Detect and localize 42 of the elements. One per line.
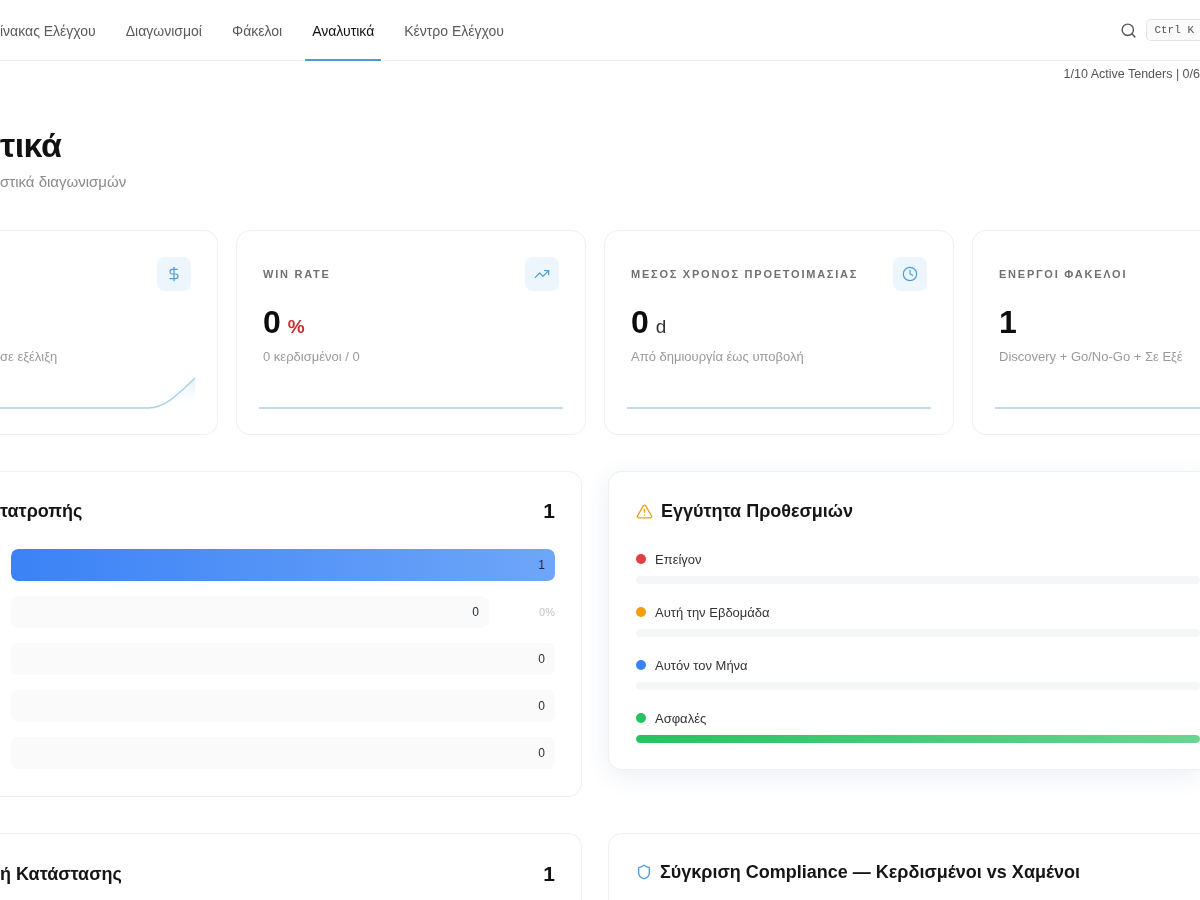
kpi-label: WIN RATE [263, 268, 331, 280]
stage-count: 0 [472, 605, 479, 619]
nav-tab[interactable]: Αναλυτικά [305, 0, 382, 61]
page-title: τικά [0, 125, 62, 165]
warning-icon [636, 502, 653, 520]
card-count: 1 [543, 499, 555, 523]
deadline-label: Επείγον [655, 551, 702, 567]
stage-count: 0 [538, 746, 545, 760]
kpi-value: 0 [631, 304, 649, 340]
kpi-unit: d [655, 316, 667, 338]
kpi-value: 0 [263, 304, 281, 340]
stage-count: 0 [538, 699, 545, 713]
card-title: Εγγύτητα Προθεσμιών [661, 500, 854, 522]
kpi-unit: % [287, 316, 305, 338]
deadline-label: Ασφαλές [655, 710, 707, 726]
kpi-caption: 0 κερδισμένοι / 0 [263, 348, 360, 366]
stage-count: 1 [538, 558, 545, 572]
search-icon[interactable] [1120, 21, 1138, 39]
deadline-label: Αυτή την Εβδομάδα [655, 604, 770, 620]
page-subtitle: στικά διαγωνισμών [0, 172, 127, 192]
shield-icon [636, 864, 652, 880]
nav-tab[interactable]: Διαγωνισμοί [118, 0, 209, 61]
stage-count: 0 [538, 652, 545, 666]
deadline-label: Αυτόν τον Μήνα [655, 657, 748, 673]
trending-up-icon [525, 257, 559, 291]
nav-tab[interactable]: Φάκελοι [224, 0, 290, 61]
clock-icon [893, 257, 927, 291]
kpi-value: 1 [999, 304, 1017, 340]
card-title: Σύγκριση Compliance — Κερδισμένοι vs Χαμένοι [660, 861, 1081, 883]
card-title: τατροπής [0, 500, 83, 522]
kpi-label: ΜΕΣΟΣ ΧΡΟΝΟΣ ΠΡΟΕΤΟΙΜΑΣΙΑΣ [631, 268, 859, 280]
nav-tab[interactable]: Κέντρο Ελέγχου [397, 0, 511, 61]
card-count: 1 [543, 862, 555, 886]
shortcut-hint: Ctrl K [1146, 19, 1200, 41]
card-title: ή Κατάστασης [0, 863, 122, 885]
dollar-icon [157, 257, 191, 291]
kpi-caption: σε εξέλιξη [0, 348, 58, 366]
nav-tab[interactable]: ίνακας Ελέγχου [0, 0, 103, 61]
tender-quota-text: 1/10 Active Tenders | 0/6 [1063, 66, 1200, 82]
kpi-caption: Από δημιουργία έως υποβολή [631, 348, 804, 366]
kpi-caption: Discovery + Go/No-Go + Σε Εξέ [999, 348, 1183, 366]
kpi-label: ΕΝΕΡΓΟΙ ΦΑΚΕΛΟΙ [999, 268, 1128, 280]
